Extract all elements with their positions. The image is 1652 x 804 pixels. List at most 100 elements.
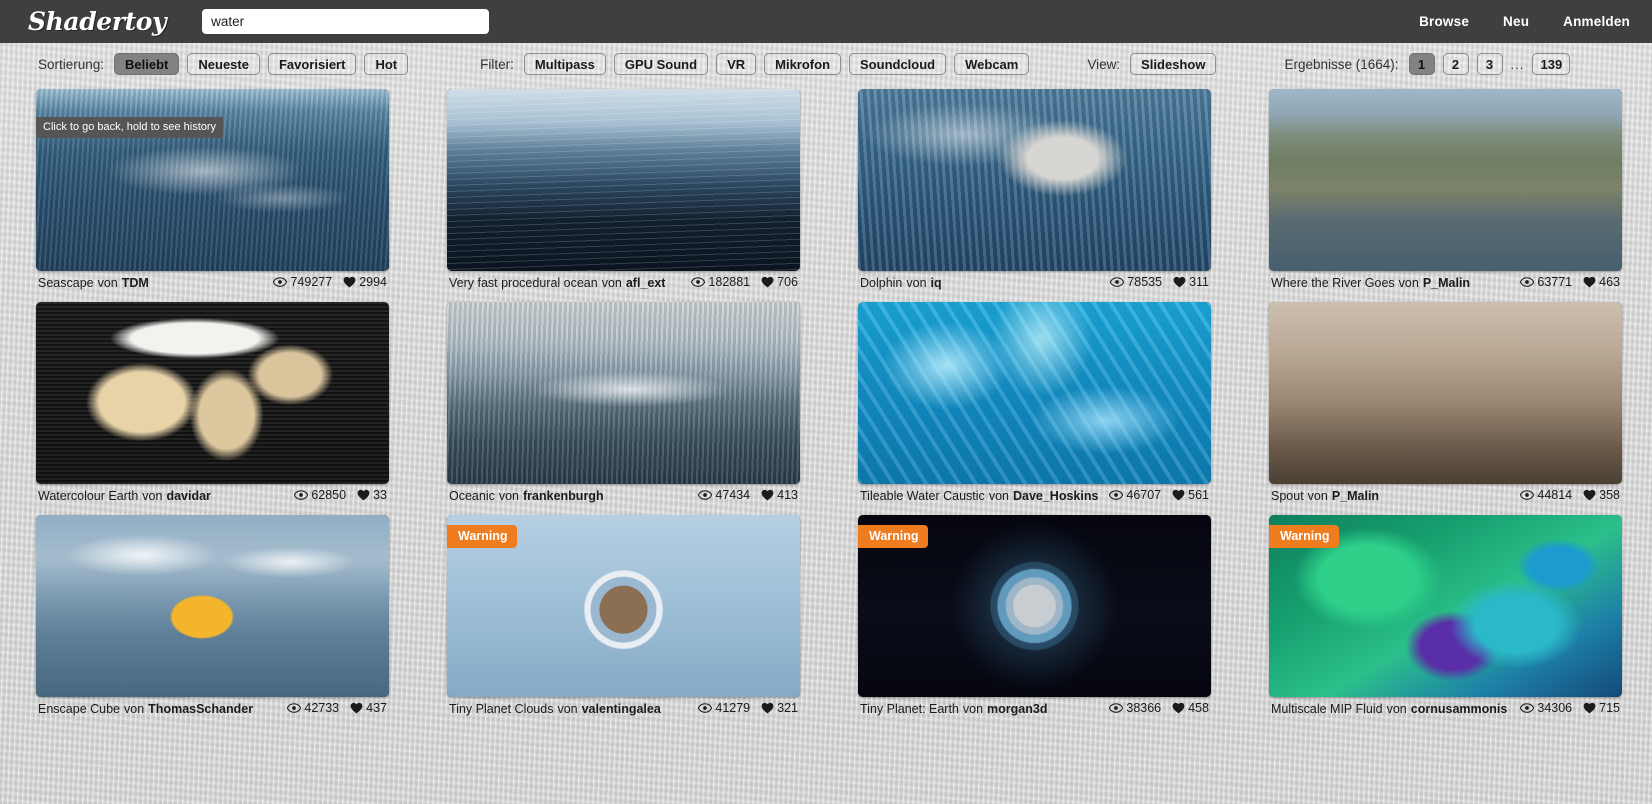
shader-stats: 47434413: [698, 488, 798, 502]
sort-button-hot[interactable]: Hot: [364, 53, 408, 75]
shader-caption: Watercolour Earthvondavidar6285033: [36, 484, 389, 503]
shader-thumbnail[interactable]: [1269, 302, 1622, 484]
shader-caption: Multiscale MIP Fluid von cornusammonis 3430…: [1269, 697, 1622, 716]
shader-author[interactable]: Dave_Hoskins: [1013, 489, 1098, 503]
shader-author[interactable]: ThomasSchander: [148, 702, 253, 716]
page-button-1[interactable]: 1: [1409, 53, 1435, 75]
shader-stats: 46707561: [1109, 488, 1209, 502]
filter-button-webcam[interactable]: Webcam: [954, 53, 1029, 75]
filter-button-multipass[interactable]: Multipass: [524, 53, 606, 75]
shader-stats: 42733437: [287, 701, 387, 715]
shader-title[interactable]: Oceanic: [449, 489, 495, 503]
sort-button-beliebt[interactable]: Beliebt: [114, 53, 179, 75]
by-label: von: [1387, 702, 1407, 716]
shader-author[interactable]: frankenburgh: [523, 489, 604, 503]
shader-thumbnail[interactable]: Warning: [858, 515, 1211, 697]
views-stat: 41279: [698, 701, 750, 715]
pagination-group: Ergebnisse (1664): 1 2 3 ... 139: [1284, 53, 1578, 75]
shader-title[interactable]: Enscape Cube: [38, 702, 120, 716]
views-stat: 182881: [691, 275, 750, 289]
shader-author[interactable]: morgan3d: [987, 702, 1047, 716]
shader-thumbnail[interactable]: Warning: [447, 515, 800, 697]
warning-badge: Warning: [858, 525, 928, 548]
shader-author[interactable]: iq: [931, 276, 942, 290]
shader-title[interactable]: Tiny Planet: Earth: [860, 702, 959, 716]
shader-card[interactable]: Where the River GoesvonP_Malin63771463: [1269, 89, 1622, 290]
shader-stats: 78535311: [1110, 275, 1209, 289]
shader-title[interactable]: Watercolour Earth: [38, 489, 138, 503]
shader-title[interactable]: Spout: [1271, 489, 1304, 503]
shader-thumbnail[interactable]: Click to go back, hold to see history: [36, 89, 389, 271]
shader-title[interactable]: Tiny Planet Clouds: [449, 702, 553, 716]
shader-stats: 182881706: [691, 275, 798, 289]
eye-icon: [698, 703, 712, 713]
shader-author[interactable]: afl_ext: [626, 276, 666, 290]
shader-thumbnail[interactable]: [447, 302, 800, 484]
shader-card[interactable]: Tileable Water CausticvonDave_Hoskins467…: [858, 302, 1211, 503]
likes-count: 358: [1599, 488, 1620, 502]
shader-card[interactable]: Oceanicvonfrankenburgh47434413: [447, 302, 800, 503]
shader-stats: 38366458: [1109, 701, 1209, 715]
views-stat: 34306: [1520, 701, 1572, 715]
shader-title[interactable]: Multiscale MIP Fluid: [1271, 702, 1383, 716]
shader-caption: Dolphinvoniq78535311: [858, 271, 1211, 290]
views-stat: 47434: [698, 488, 750, 502]
shader-author[interactable]: cornusammonis: [1411, 702, 1508, 716]
shader-author[interactable]: davidar: [166, 489, 210, 503]
shader-author[interactable]: valentingalea: [582, 702, 661, 716]
nav-link-new[interactable]: Neu: [1503, 14, 1529, 29]
results-count-label: Ergebnisse (1664):: [1284, 57, 1398, 72]
eye-icon: [1109, 703, 1123, 713]
page-button-last[interactable]: 139: [1532, 53, 1570, 75]
shader-author[interactable]: TDM: [122, 276, 149, 290]
shader-thumbnail[interactable]: [36, 302, 389, 484]
shader-card[interactable]: Click to go back, hold to see history Sea…: [36, 89, 389, 290]
shader-card[interactable]: Warning Multiscale MIP Fluid von cornusammo…: [1269, 515, 1622, 716]
shader-title[interactable]: Seascape: [38, 276, 94, 290]
shader-card[interactable]: Enscape CubevonThomasSchander42733437: [36, 515, 389, 716]
shader-card[interactable]: Very fast procedural oceanvonafl_ext1828…: [447, 89, 800, 290]
shader-title[interactable]: Very fast procedural ocean: [449, 276, 598, 290]
shadertoy-logo[interactable]: Shadertoy: [28, 7, 166, 36]
nav-link-signin[interactable]: Anmelden: [1563, 14, 1630, 29]
page-button-3[interactable]: 3: [1477, 53, 1503, 75]
search-input[interactable]: [202, 9, 489, 34]
heart-icon: [350, 702, 363, 714]
heart-icon: [761, 276, 774, 288]
shader-card[interactable]: Watercolour Earthvondavidar6285033: [36, 302, 389, 503]
shader-thumbnail[interactable]: [1269, 89, 1622, 271]
page-button-2[interactable]: 2: [1443, 53, 1469, 75]
shader-thumbnail[interactable]: [447, 89, 800, 271]
filter-button-soundcloud[interactable]: Soundcloud: [849, 53, 946, 75]
shader-card[interactable]: WarningTiny Planet Cloudsvonvalentingale…: [447, 515, 800, 716]
sort-button-neueste[interactable]: Neueste: [187, 53, 260, 75]
shader-author[interactable]: P_Malin: [1423, 276, 1470, 290]
shader-card[interactable]: WarningTiny Planet: Earthvonmorgan3d3836…: [858, 515, 1211, 716]
eye-icon: [691, 277, 705, 287]
views-stat: 63771: [1520, 275, 1572, 289]
shader-title[interactable]: Where the River Goes: [1271, 276, 1395, 290]
filter-button-gpu-sound[interactable]: GPU Sound: [614, 53, 708, 75]
shader-thumbnail[interactable]: [36, 515, 389, 697]
shader-title[interactable]: Dolphin: [860, 276, 902, 290]
shader-caption: SpoutvonP_Malin44814358: [1269, 484, 1622, 503]
views-count: 38366: [1126, 701, 1161, 715]
filter-button-vr[interactable]: VR: [716, 53, 756, 75]
shader-title[interactable]: Tileable Water Caustic: [860, 489, 985, 503]
shader-caption: Tiny Planet: Earthvonmorgan3d38366458: [858, 697, 1211, 716]
nav-link-browse[interactable]: Browse: [1419, 14, 1469, 29]
warning-badge: Warning: [1269, 525, 1339, 548]
filter-button-mikrofon[interactable]: Mikrofon: [764, 53, 841, 75]
shader-thumbnail[interactable]: [858, 89, 1211, 271]
likes-stat: 715: [1583, 701, 1620, 715]
eye-icon: [294, 490, 308, 500]
view-button-slideshow[interactable]: Slideshow: [1130, 53, 1216, 75]
shader-thumbnail[interactable]: [858, 302, 1211, 484]
shader-thumbnail[interactable]: Warning: [1269, 515, 1622, 697]
sort-button-favorisiert[interactable]: Favorisiert: [268, 53, 356, 75]
shader-card[interactable]: Dolphinvoniq78535311: [858, 89, 1211, 290]
views-count: 63771: [1537, 275, 1572, 289]
shader-author[interactable]: P_Malin: [1332, 489, 1379, 503]
shader-card[interactable]: SpoutvonP_Malin44814358: [1269, 302, 1622, 503]
heart-icon: [761, 489, 774, 501]
